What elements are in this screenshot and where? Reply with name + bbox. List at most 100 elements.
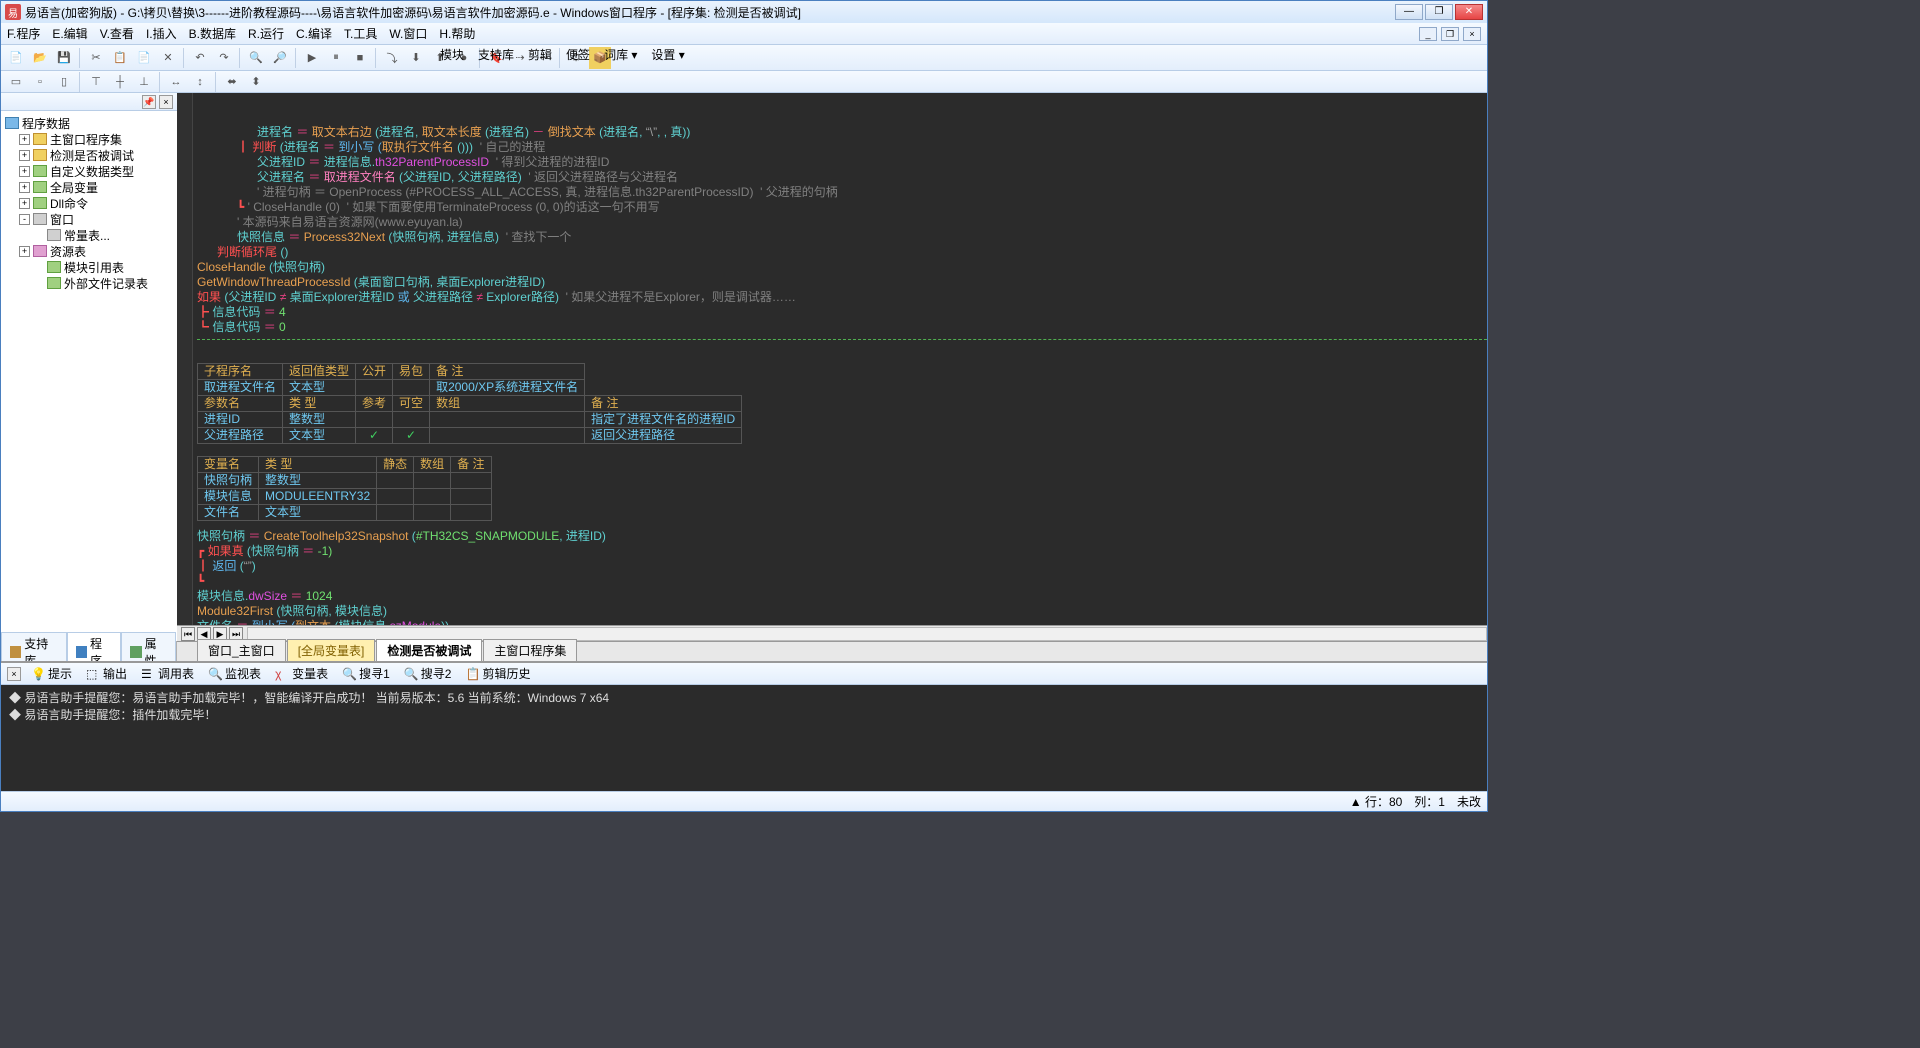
menu-insert[interactable]: I.插入: [146, 25, 177, 42]
subroutine-table[interactable]: 子程序名返回值类型公开易包备 注 取进程文件名文本型取2000/XP系统进程文件…: [197, 363, 742, 444]
expand-toggle[interactable]: +: [19, 246, 30, 257]
close-button[interactable]: ✕: [1455, 4, 1483, 20]
new-button[interactable]: 📄: [5, 47, 27, 69]
menu-tools[interactable]: T.工具: [344, 25, 377, 42]
expand-toggle[interactable]: -: [19, 214, 30, 225]
section-divider: [197, 339, 1487, 340]
minimize-button[interactable]: —: [1395, 4, 1423, 20]
bptab-vartable[interactable]: χ变量表: [271, 663, 332, 684]
stepinto-button[interactable]: ⬇: [405, 47, 427, 69]
menu-window[interactable]: W.窗口: [389, 25, 427, 42]
tree-extfile[interactable]: 外部文件记录表: [64, 275, 148, 292]
edtab-main-procset[interactable]: 主窗口程序集: [483, 639, 577, 661]
window-icon: [33, 213, 47, 225]
open-button[interactable]: 📂: [29, 47, 51, 69]
tree-root[interactable]: 程序数据: [22, 115, 70, 132]
tree-dll-cmd[interactable]: Dll命令: [50, 195, 88, 212]
sec-module[interactable]: 模块: [440, 46, 464, 63]
bptab-hint[interactable]: 💡提示: [27, 663, 76, 684]
bptab-search1[interactable]: 🔍搜寻1: [338, 663, 394, 684]
run-button[interactable]: ▶: [301, 47, 323, 69]
same-w-button[interactable]: ⬌: [221, 71, 243, 93]
sidebar-pin-button[interactable]: 📌: [142, 95, 156, 109]
stepover-button[interactable]: ⤵: [381, 47, 403, 69]
stop-button[interactable]: ■: [349, 47, 371, 69]
output-panel[interactable]: ◆ 易语言助手提醒您：易语言助手加载完毕！，智能编译开启成功！ 当前易版本：5.…: [1, 685, 1487, 791]
redo-button[interactable]: ↷: [213, 47, 235, 69]
code-editor[interactable]: 进程名 ＝ 取文本右边 (进程名, 取文本长度 (进程名) － 倒找文本 (进程…: [177, 93, 1487, 625]
mdi-minimize-button[interactable]: _: [1419, 27, 1437, 41]
bptab-cliphistory[interactable]: 📋剪辑历史: [461, 663, 534, 684]
cut-button[interactable]: ✂: [85, 47, 107, 69]
menu-compile[interactable]: C.编译: [296, 25, 332, 42]
sidebar-close-button[interactable]: ×: [159, 95, 173, 109]
tree-global-var[interactable]: 全局变量: [50, 179, 98, 196]
pause-button[interactable]: ⏸: [325, 47, 347, 69]
titlebar: 易 易语言(加密狗版) - G:\拷贝\替换\3------进阶教程源码----…: [1, 1, 1487, 23]
bptab-search2[interactable]: 🔍搜寻2: [400, 663, 456, 684]
tree-custom-type[interactable]: 自定义数据类型: [50, 163, 134, 180]
sec-supportlib[interactable]: 支持库: [478, 46, 514, 63]
tree-main-procset[interactable]: 主窗口程序集: [50, 131, 122, 148]
clip-icon: 📋: [465, 667, 479, 681]
main-toolbar: 📄 📂 💾 ✂ 📋 📄 ✕ ↶ ↷ 🔍 🔎 ▶ ⏸ ■ ⤵ ⬇ ⬆ ● 🔖 ⇢ …: [1, 45, 1487, 71]
tree-const-table[interactable]: 常量表...: [64, 227, 110, 244]
tree-detect-debug[interactable]: 检测是否被调试: [50, 147, 134, 164]
expand-toggle[interactable]: +: [19, 134, 30, 145]
hint-icon: 💡: [31, 667, 45, 681]
edtab-mainwindow[interactable]: 窗口_主窗口: [197, 639, 286, 661]
sec-settings[interactable]: 设置 ▾: [651, 46, 684, 63]
align-right-button[interactable]: ▯: [53, 71, 75, 93]
delete-button[interactable]: ✕: [157, 47, 179, 69]
same-h-button[interactable]: ⬍: [245, 71, 267, 93]
scroll-first-button[interactable]: ⏮: [181, 627, 195, 641]
menu-help[interactable]: H.帮助: [439, 25, 475, 42]
variable-table[interactable]: 变量名类 型静态数组备 注 快照句柄整数型 模块信息MODULEENTRY32 …: [197, 456, 492, 521]
maximize-button[interactable]: ❐: [1425, 4, 1453, 20]
status-row: ▲ 行：80: [1350, 793, 1403, 810]
expand-toggle[interactable]: +: [19, 182, 30, 193]
secondary-menu: 模块 支持库 剪辑 便签 词库 ▾ 设置 ▾: [436, 44, 689, 64]
sec-clip[interactable]: 剪辑: [528, 46, 552, 63]
align-left-button[interactable]: ▭: [5, 71, 27, 93]
expand-toggle[interactable]: +: [19, 150, 30, 161]
align-top-button[interactable]: ⊤: [85, 71, 107, 93]
align-middle-button[interactable]: ┼: [109, 71, 131, 93]
mdi-close-button[interactable]: ×: [1463, 27, 1481, 41]
tree-resource[interactable]: 资源表: [50, 243, 86, 260]
expand-toggle[interactable]: +: [19, 166, 30, 177]
align-bottom-button[interactable]: ⊥: [133, 71, 155, 93]
menu-view[interactable]: V.查看: [100, 25, 134, 42]
bptab-calltable[interactable]: ☰调用表: [137, 663, 198, 684]
sec-wordlib[interactable]: 词库 ▾: [604, 46, 637, 63]
paste-button[interactable]: 📄: [133, 47, 155, 69]
find-button[interactable]: 🔍: [245, 47, 267, 69]
bptab-watch[interactable]: 🔍监视表: [204, 663, 265, 684]
edtab-globalvar[interactable]: [全局变量表]: [287, 639, 376, 661]
project-tree[interactable]: 程序数据 + 主窗口程序集 + 检测是否被调试 + 自定义数据类型 + 全局变量 + Dl…: [1, 111, 177, 641]
dist-h-button[interactable]: ↔: [165, 71, 187, 93]
align-center-button[interactable]: ▫: [29, 71, 51, 93]
sec-note[interactable]: 便签: [566, 46, 590, 63]
dist-v-button[interactable]: ↕: [189, 71, 211, 93]
save-button[interactable]: 💾: [53, 47, 75, 69]
tree-modref[interactable]: 模块引用表: [64, 259, 124, 276]
extfile-icon: [47, 277, 61, 289]
copy-button[interactable]: 📋: [109, 47, 131, 69]
menu-run[interactable]: R.运行: [248, 25, 284, 42]
menu-database[interactable]: B.数据库: [189, 25, 236, 42]
menu-edit[interactable]: E.编辑: [52, 25, 87, 42]
undo-button[interactable]: ↶: [189, 47, 211, 69]
bptab-output[interactable]: ⬚输出: [82, 663, 131, 684]
bottom-pin-button[interactable]: ×: [7, 667, 21, 681]
mdi-restore-button[interactable]: ❐: [1441, 27, 1459, 41]
menubar: F.程序 E.编辑 V.查看 I.插入 B.数据库 R.运行 C.编译 T.工具…: [1, 23, 1487, 45]
tree-window[interactable]: 窗口: [50, 211, 74, 228]
menu-program[interactable]: F.程序: [7, 25, 40, 42]
findnext-button[interactable]: 🔎: [269, 47, 291, 69]
edtab-detect-debug[interactable]: 检测是否被调试: [376, 639, 482, 661]
call-icon: ☰: [141, 667, 155, 681]
expand-toggle[interactable]: +: [19, 198, 30, 209]
sidebar-header: 📌 ×: [1, 93, 177, 111]
status-col: 列：1: [1414, 793, 1445, 810]
